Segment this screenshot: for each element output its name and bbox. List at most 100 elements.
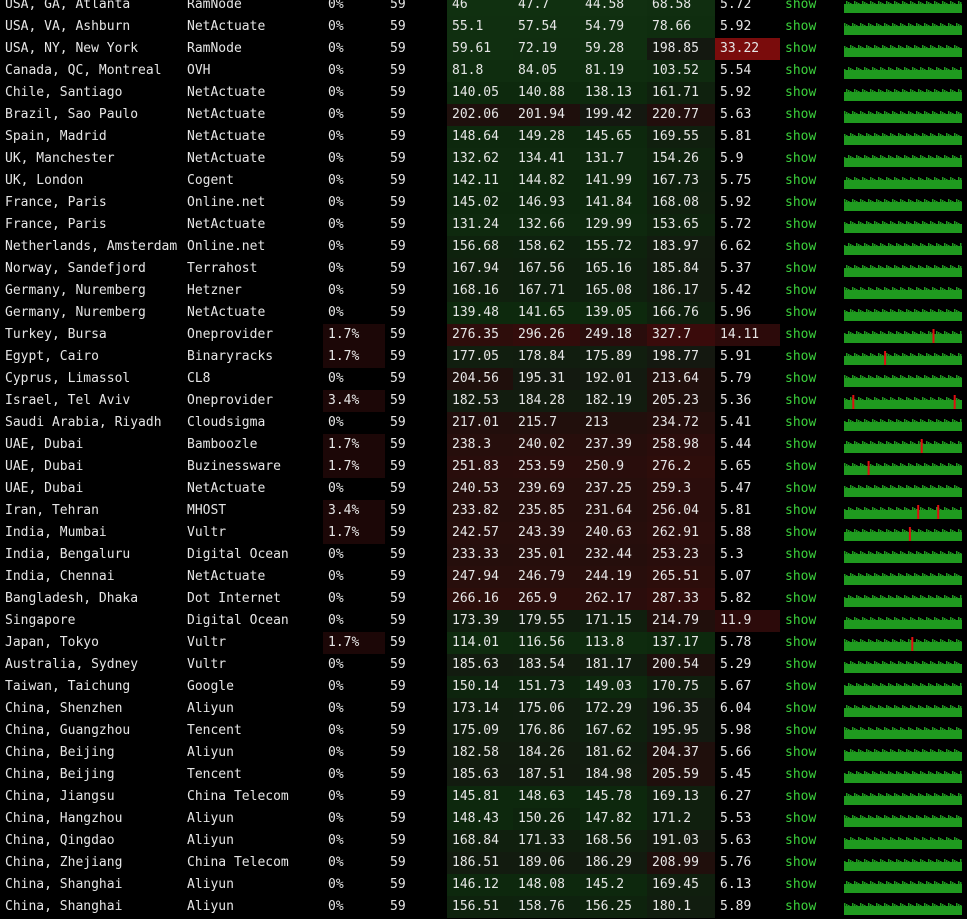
provider-cell: Aliyun: [187, 877, 234, 892]
sparkline-tick: [960, 840, 962, 841]
sparkline-tick: [880, 859, 882, 863]
show-link[interactable]: show: [780, 830, 840, 852]
sparkline-tick: [926, 510, 928, 511]
sparkline-tick: [900, 750, 902, 753]
sparkline-tick: [882, 397, 884, 401]
sparkline-tick: [950, 135, 952, 137]
latency-sparkline-cell: [840, 280, 967, 302]
show-link[interactable]: show: [780, 192, 840, 214]
sparkline-tick: [870, 774, 872, 775]
worst-latency-cell: 153.65: [647, 214, 715, 236]
sparkline-tick: [952, 859, 954, 863]
sparkline-tick: [894, 334, 896, 335]
sparkline-tick: [868, 356, 870, 357]
show-link[interactable]: show: [780, 346, 840, 368]
packet-loss-marker: [953, 395, 956, 409]
show-link[interactable]: show: [780, 126, 840, 148]
best-latency-cell: 237.25: [580, 478, 647, 500]
show-link[interactable]: show: [780, 500, 840, 522]
sparkline-tick: [904, 618, 906, 621]
show-link[interactable]: show: [780, 16, 840, 38]
show-link[interactable]: show: [780, 808, 840, 830]
show-link[interactable]: show: [780, 324, 840, 346]
sparkline-tick: [958, 70, 960, 71]
show-link[interactable]: show: [780, 654, 840, 676]
show-link[interactable]: show: [780, 522, 840, 544]
show-link[interactable]: show: [780, 82, 840, 104]
sparkline-tick: [930, 114, 932, 115]
sparkline-tick: [960, 664, 962, 665]
sparkline-bar: [844, 818, 962, 827]
sparkline-tick: [848, 882, 850, 885]
show-link[interactable]: show: [780, 104, 840, 126]
sparkline-tick: [874, 508, 876, 511]
show-link[interactable]: show: [780, 280, 840, 302]
show-link[interactable]: show: [780, 170, 840, 192]
show-link[interactable]: show: [780, 60, 840, 82]
sparkline-tick: [858, 508, 860, 511]
sparkline-tick: [912, 752, 914, 753]
show-link[interactable]: show: [780, 368, 840, 390]
sparkline-tick: [904, 905, 906, 907]
show-link[interactable]: show: [780, 302, 840, 324]
sparkline-tick: [844, 92, 846, 93]
show-link[interactable]: show: [780, 742, 840, 764]
sparkline-tick: [954, 531, 956, 533]
show-link[interactable]: show: [780, 786, 840, 808]
show-link[interactable]: show: [780, 676, 840, 698]
show-link[interactable]: show: [780, 764, 840, 786]
show-link[interactable]: show: [780, 566, 840, 588]
sparkline-tick: [878, 575, 880, 577]
sparkline-tick: [892, 639, 894, 643]
show-link[interactable]: show: [780, 214, 840, 236]
sparkline-tick: [858, 26, 860, 27]
show-link[interactable]: show: [780, 610, 840, 632]
show-link[interactable]: show: [780, 478, 840, 500]
sparkline-tick: [894, 552, 896, 555]
show-link[interactable]: show: [780, 412, 840, 434]
sparkline-tick: [942, 751, 944, 753]
sparkline-tick: [944, 794, 946, 797]
sparkline-tick: [952, 794, 954, 797]
show-link[interactable]: show: [780, 896, 840, 918]
show-link[interactable]: show: [780, 698, 840, 720]
show-link[interactable]: show: [780, 236, 840, 258]
show-link[interactable]: show: [780, 390, 840, 412]
sparkline-tick: [848, 729, 850, 731]
show-link[interactable]: show: [780, 720, 840, 742]
show-link[interactable]: show: [780, 148, 840, 170]
sparkline-tick: [930, 730, 932, 731]
sparkline-tick: [884, 245, 886, 247]
latency-sparkline: [844, 221, 962, 233]
show-link[interactable]: show: [780, 38, 840, 60]
last-latency-cell: 139.48: [447, 302, 513, 324]
sparkline-tick: [924, 310, 926, 313]
latency-sparkline: [844, 375, 962, 387]
sparkline-tick: [944, 377, 946, 379]
show-link[interactable]: show: [780, 456, 840, 478]
sparkline-tick: [946, 837, 948, 841]
show-link[interactable]: show: [780, 258, 840, 280]
sparkline-tick: [864, 465, 866, 467]
sparkline-bar: [844, 356, 962, 365]
show-link[interactable]: show: [780, 588, 840, 610]
sparkline-tick: [882, 860, 884, 863]
sparkline-tick: [888, 178, 890, 181]
sparkline-tick: [902, 552, 904, 555]
show-link[interactable]: show: [780, 632, 840, 654]
show-link[interactable]: show: [780, 874, 840, 896]
show-link[interactable]: show: [780, 434, 840, 456]
sparkline-tick: [922, 309, 924, 313]
loss-cell: 0%: [328, 217, 344, 232]
sparkline-tick: [940, 838, 942, 841]
avg-latency-cell: 178.84: [513, 346, 580, 368]
sparkline-tick: [960, 817, 962, 819]
show-link[interactable]: show: [780, 544, 840, 566]
sparkline-tick: [950, 862, 952, 863]
show-link[interactable]: show: [780, 0, 840, 16]
sparkline-tick: [874, 114, 876, 115]
sparkline-tick: [956, 750, 958, 753]
sparkline-tick: [886, 663, 888, 665]
show-link[interactable]: show: [780, 852, 840, 874]
sparkline-tick: [876, 444, 878, 445]
